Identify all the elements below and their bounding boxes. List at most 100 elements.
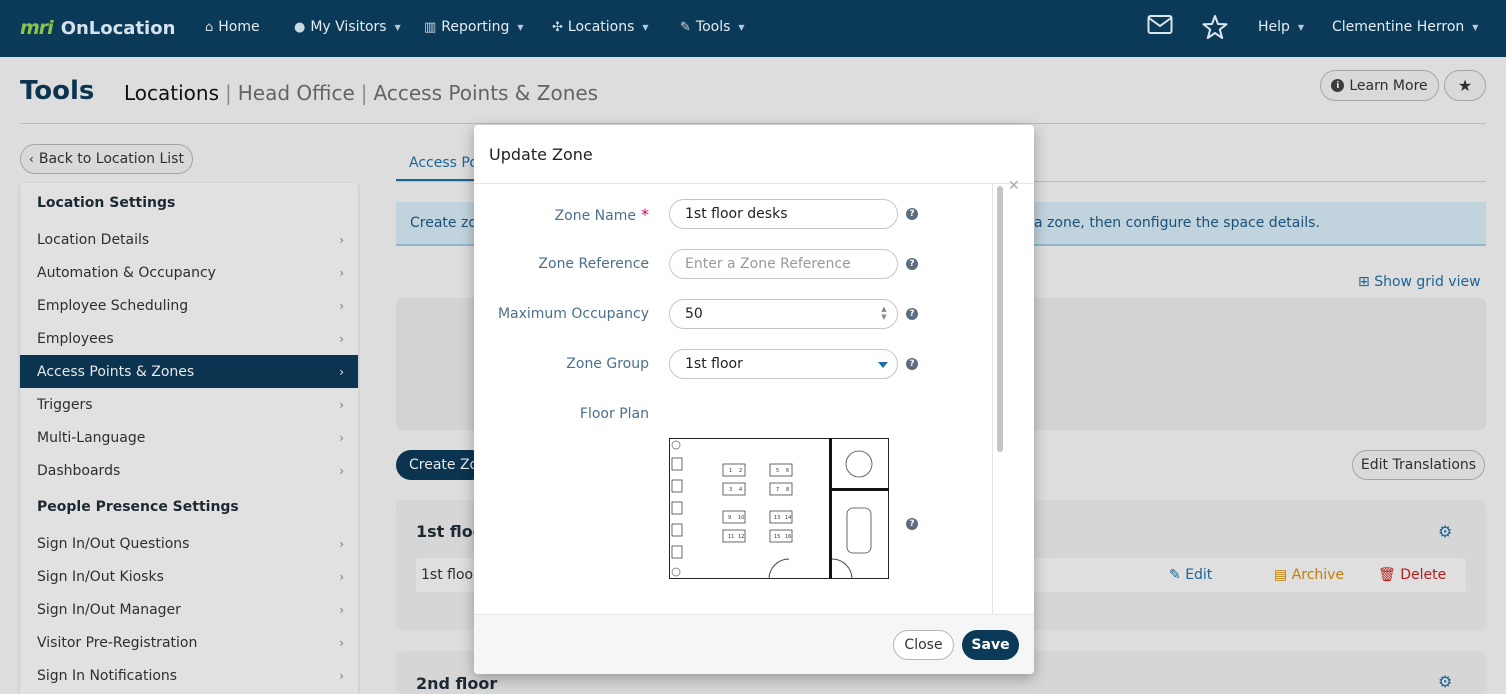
svg-text:9: 9 [728,515,731,521]
sidebar-item-label: Employees [37,330,114,347]
svg-text:3: 3 [729,487,732,493]
sidebar-item-multi-language[interactable]: Multi-Language › [20,421,358,454]
svg-text:4: 4 [739,487,742,493]
archive-icon: ▤ [1274,567,1288,583]
chevron-right-icon: › [339,463,344,478]
sidebar-item-sign-in-out-questions[interactable]: Sign In/Out Questions › [20,527,358,560]
edit-translations-button[interactable]: Edit Translations [1352,450,1485,480]
sidebar-item-access-points-zones[interactable]: Access Points & Zones › [20,355,358,388]
chevron-down-icon: ▼ [738,22,745,32]
top-navbar: mri OnLocation ⌂ Home ● My Visitors ▼ ▥ … [0,0,1506,57]
svg-text:13: 13 [774,515,780,521]
back-to-location-list-button[interactable]: ‹ Back to Location List [20,144,193,174]
maximum-occupancy-value: 50 [685,306,703,322]
sidebar-item-label: Sign In Notifications [37,667,178,684]
help-icon[interactable]: ? [906,208,918,220]
learn-more-label: Learn More [1349,77,1428,94]
nav-user-menu[interactable]: Clementine Herron ▼ [1332,19,1478,35]
svg-text:1: 1 [729,468,732,474]
number-stepper-icon[interactable]: ▲ ▼ [879,305,889,323]
sidebar-item-label: Access Points & Zones [37,363,195,380]
learn-more-button[interactable]: i Learn More [1320,70,1439,101]
zone-edit-link[interactable]: ✎ Edit [1169,567,1212,583]
chevron-down-icon: ▼ [394,22,401,32]
nav-locations[interactable]: ✣ Locations ▼ [552,19,649,35]
sidebar-item-label: Sign In/Out Manager [37,601,181,618]
zone-archive-link[interactable]: ▤ Archive [1274,567,1344,583]
breadcrumb: Locations | Head Office | Access Points & Zo… [124,81,598,105]
modal-scrollbar[interactable] [992,184,1006,614]
svg-text:7: 7 [776,487,779,493]
breadcrumb-access-points: Access Points & Zones [373,81,599,105]
nav-my-visitors[interactable]: ● My Visitors ▼ [294,19,401,35]
edit-icon: ✎ [1169,567,1181,583]
sidebar-item-dashboards[interactable]: Dashboards › [20,454,358,487]
sidebar-item-sign-in-notifications[interactable]: Sign In Notifications › [20,659,358,692]
gear-icon[interactable]: ⚙ [1438,522,1452,541]
user-icon: ● [294,19,306,35]
close-button[interactable]: Close [893,630,954,660]
svg-text:10: 10 [738,515,744,521]
floor-plan-image[interactable]: 1256 3478 9 10 13 14 11 12 15 16 [669,438,889,580]
sidebar-item-automation-occupancy[interactable]: Automation & Occupancy › [20,256,358,289]
nav-reporting[interactable]: ▥ Reporting ▼ [424,19,524,35]
sidebar-section-people-presence: People Presence Settings [37,499,239,515]
page-title: Tools [20,76,95,106]
breadcrumb-head-office[interactable]: Head Office [238,81,355,105]
sidebar-item-employee-scheduling[interactable]: Employee Scheduling › [20,289,358,322]
help-icon[interactable]: ? [906,308,918,320]
help-icon[interactable]: ? [906,518,918,530]
favorite-button[interactable]: ★ [1444,70,1486,101]
nav-home[interactable]: ⌂ Home [205,19,260,35]
sidebar-item-label: Employee Scheduling [37,297,189,314]
sidebar-item-label: Dashboards [37,462,121,479]
sidebar-item-sign-in-out-manager[interactable]: Sign In/Out Manager › [20,593,358,626]
star-icon[interactable] [1202,14,1228,46]
sidebar-item-sign-in-out-kiosks[interactable]: Sign In/Out Kiosks › [20,560,358,593]
sidebar-item-visitor-pre-registration[interactable]: Visitor Pre-Registration › [20,626,358,659]
zone-name-label: Zone Name * [555,205,649,224]
network-icon: ✣ [552,19,563,35]
close-icon[interactable]: ✕ [1008,178,1020,194]
sidebar-item-triggers[interactable]: Triggers › [20,388,358,421]
tab-access-points[interactable]: Access Po [409,155,478,171]
zone-group-label: Zone Group [566,356,649,372]
create-zone-button[interactable]: Create Zo [396,450,486,480]
zone-delete-link[interactable]: 🗑 Delete [1378,567,1446,583]
nav-tools[interactable]: ✎ Tools ▼ [680,19,745,35]
zone-archive-label: Archive [1291,567,1345,583]
gear-icon[interactable]: ⚙ [1438,672,1452,691]
maximum-occupancy-input[interactable]: 50 ▲ ▼ [669,299,898,329]
show-grid-view-link[interactable]: ⊞ Show grid view [1358,274,1481,290]
svg-text:5: 5 [776,468,779,474]
app-name: OnLocation [60,17,176,39]
save-button[interactable]: Save [962,630,1019,660]
zone-group-select[interactable]: 1st floor [669,349,898,379]
mail-icon[interactable] [1147,14,1173,42]
zone-delete-label: Delete [1400,567,1447,583]
app-logo[interactable]: mri OnLocation [20,17,175,39]
chevron-down-icon: ▼ [517,22,524,32]
info-banner-text-left: Create zo [410,215,477,231]
scrollbar-thumb[interactable] [997,186,1003,452]
help-icon[interactable]: ? [906,258,918,270]
zone-reference-label: Zone Reference [538,256,649,272]
help-icon[interactable]: ? [906,358,918,370]
header-divider [20,123,1486,124]
breadcrumb-locations[interactable]: Locations [124,81,219,105]
zone-reference-input[interactable]: Enter a Zone Reference [669,249,898,279]
chevron-right-icon: › [339,668,344,683]
sidebar-item-location-details[interactable]: Location Details › [20,223,358,256]
trash-icon: 🗑 [1378,567,1396,583]
sidebar-item-label: Sign In/Out Questions [37,535,190,552]
chevron-right-icon: › [339,430,344,445]
nav-help[interactable]: Help ▼ [1258,19,1304,35]
chevron-left-icon: ‹ [29,152,34,166]
chevron-down-icon: ▼ [1472,22,1479,32]
back-button-label: Back to Location List [38,151,184,167]
sidebar-item-employees[interactable]: Employees › [20,322,358,355]
zone-name-input[interactable]: 1st floor desks [669,199,898,229]
info-banner-text-right: a zone, then configure the space details… [1034,215,1320,231]
chevron-down-icon: ▼ [642,22,649,32]
maximum-occupancy-label: Maximum Occupancy [497,306,649,322]
